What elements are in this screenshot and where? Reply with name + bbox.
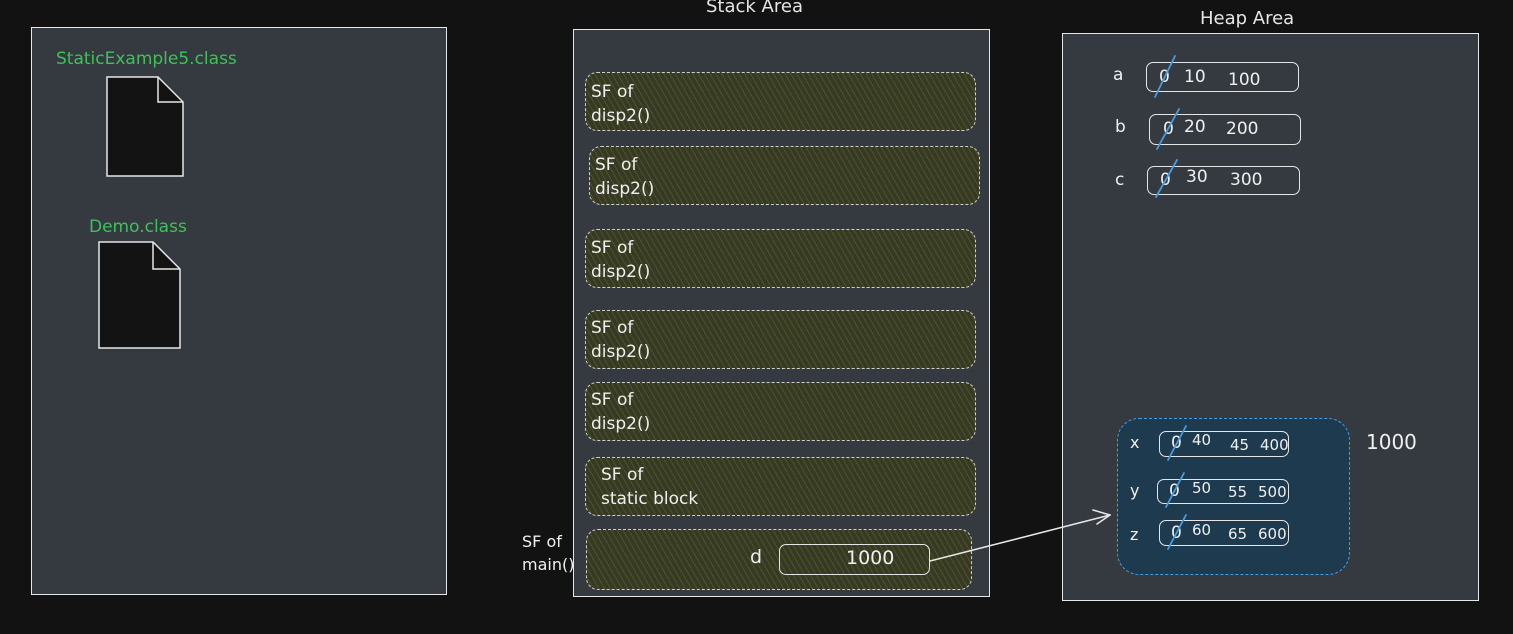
value: 100: [1228, 70, 1261, 90]
static-var-label: c: [1115, 170, 1125, 190]
object-address: 1000: [1366, 430, 1417, 454]
old-value: 0: [1171, 433, 1182, 453]
old-value: 0: [1169, 481, 1180, 501]
stack-frame-label: SF of static block: [601, 465, 699, 509]
value: 600: [1258, 525, 1287, 543]
object-var-label: x: [1130, 433, 1140, 452]
class-file-icon: [98, 241, 181, 349]
reference-value: 1000: [846, 547, 895, 569]
value: 400: [1260, 436, 1289, 454]
static-var-label: a: [1113, 65, 1124, 85]
value: 500: [1258, 483, 1287, 501]
old-value: 0: [1163, 119, 1174, 139]
value: 20: [1184, 117, 1206, 137]
method-area-panel: [31, 27, 447, 595]
class-label-static-example5: StaticExample5.class: [56, 49, 237, 69]
value: 55: [1228, 483, 1248, 501]
value: 60: [1192, 521, 1212, 539]
value: 65: [1228, 525, 1248, 543]
stack-frame-label: SF of disp2(): [591, 238, 651, 282]
static-var-label: b: [1115, 117, 1126, 137]
value: 45: [1230, 436, 1250, 454]
value: 10: [1184, 67, 1206, 87]
value: 200: [1226, 119, 1259, 139]
old-value: 0: [1160, 170, 1171, 190]
object-var-label: z: [1130, 525, 1139, 544]
stack-area-title: Stack Area: [706, 0, 803, 17]
value: 50: [1192, 479, 1212, 497]
value: 30: [1186, 167, 1208, 187]
value: 300: [1230, 170, 1263, 190]
stack-frame-label: SF of disp2(): [595, 155, 655, 199]
class-label-demo: Demo.class: [89, 217, 187, 237]
old-value: 0: [1171, 523, 1182, 543]
stack-frame-label: SF of disp2(): [591, 318, 651, 362]
main-frame-label: SF of main(): [522, 532, 575, 574]
class-file-icon: [106, 76, 184, 177]
old-value: 0: [1159, 67, 1170, 87]
object-var-label: y: [1130, 481, 1140, 500]
heap-area-title: Heap Area: [1200, 8, 1295, 29]
value: 40: [1192, 431, 1212, 449]
main-var-d: d: [750, 546, 763, 568]
stack-frame-label: SF of disp2(): [591, 82, 651, 126]
stack-frame-label: SF of disp2(): [591, 390, 651, 434]
